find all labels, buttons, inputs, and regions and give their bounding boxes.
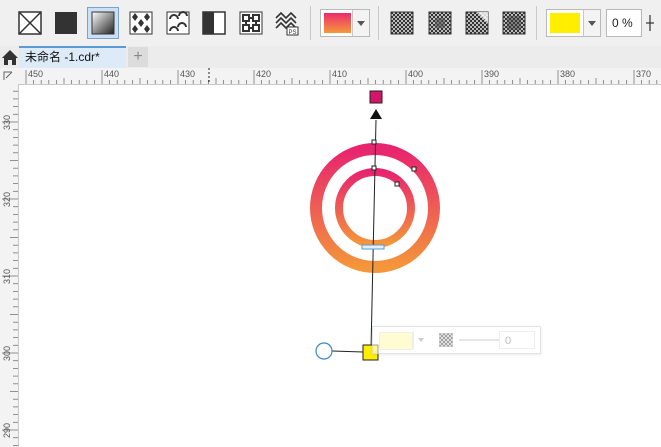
- node-color-picker[interactable]: [546, 9, 601, 37]
- chevron-down-icon[interactable]: [352, 10, 369, 36]
- ruler-label: 380: [560, 69, 575, 79]
- spin-icon[interactable]: [643, 9, 657, 37]
- ruler-label: 400: [408, 69, 423, 79]
- ruler-label: 370: [636, 69, 651, 79]
- node-handle[interactable]: [394, 181, 400, 187]
- gradient-midpoint-slider[interactable]: [361, 244, 385, 250]
- checker-transparency-icon-2[interactable]: [427, 10, 453, 36]
- node-transparency-input[interactable]: 0 %: [606, 9, 642, 37]
- node-handle[interactable]: [411, 166, 417, 172]
- ruler-label: 300: [2, 346, 12, 361]
- fountain-fill-icon[interactable]: [87, 7, 119, 39]
- popup-color-swatch[interactable]: [379, 332, 413, 350]
- checker-icon: [438, 332, 454, 348]
- document-tab-bar: 未命名 -1.cdr* +: [0, 46, 661, 69]
- ruler-label: 390: [484, 69, 499, 79]
- home-icon[interactable]: [0, 46, 20, 68]
- node-property-popup: 0: [372, 326, 541, 354]
- horizontal-ruler[interactable]: 450 440 430 420 410 400 390 380 370: [18, 68, 661, 85]
- ruler-label: 320: [2, 192, 12, 207]
- vertical-ruler[interactable]: 330 320 310 300 290: [0, 84, 19, 447]
- toolbar-separator: [310, 6, 311, 40]
- checker-transparency-icon-4[interactable]: [501, 10, 527, 36]
- ruler-label: 290: [2, 423, 12, 438]
- node-handle[interactable]: [371, 139, 377, 145]
- arrow-up-icon: [370, 109, 382, 119]
- gradient-start-node[interactable]: [369, 90, 383, 104]
- popup-transparency-slider[interactable]: [459, 339, 499, 341]
- no-fill-icon[interactable]: [17, 10, 43, 36]
- popup-transparency-input[interactable]: 0: [499, 331, 535, 349]
- gradient-swatch: [324, 13, 351, 33]
- ruler-label: 410: [332, 69, 347, 79]
- checker-transparency-icon-1[interactable]: [389, 10, 415, 36]
- chevron-down-icon[interactable]: [413, 331, 430, 349]
- property-bar: PS 0 %: [0, 0, 661, 47]
- texture-fill-icon[interactable]: [238, 10, 264, 36]
- checker-transparency-icon-3[interactable]: [464, 10, 490, 36]
- tab-document[interactable]: 未命名 -1.cdr*: [19, 46, 126, 68]
- node-color-swatch: [550, 13, 580, 33]
- ruler-origin[interactable]: [0, 68, 19, 85]
- chevron-down-icon[interactable]: [583, 10, 600, 36]
- ruler-label: 310: [2, 269, 12, 284]
- gradient-rotation-handle[interactable]: [315, 342, 333, 360]
- ruler-label: 450: [28, 69, 43, 79]
- ruler-label: 440: [104, 69, 119, 79]
- toolbar-separator: [378, 6, 379, 40]
- gradient-handle-line: [331, 350, 364, 353]
- ruler-label: 330: [2, 115, 12, 130]
- postscript-fill-icon[interactable]: PS: [274, 10, 300, 36]
- ruler-label: 430: [180, 69, 195, 79]
- toolbar-separator: [536, 6, 537, 40]
- fountain-color-picker[interactable]: [320, 9, 370, 37]
- bitmap-pattern-icon[interactable]: [165, 10, 191, 36]
- vector-pattern-icon[interactable]: [128, 10, 154, 36]
- svg-text:PS: PS: [289, 30, 297, 36]
- drawing-canvas[interactable]: [19, 85, 661, 447]
- add-tab-button[interactable]: +: [128, 47, 148, 67]
- node-handle[interactable]: [371, 165, 377, 171]
- uniform-fill-icon[interactable]: [53, 10, 79, 36]
- ruler-label: 420: [256, 69, 271, 79]
- two-color-pattern-icon[interactable]: [201, 10, 227, 36]
